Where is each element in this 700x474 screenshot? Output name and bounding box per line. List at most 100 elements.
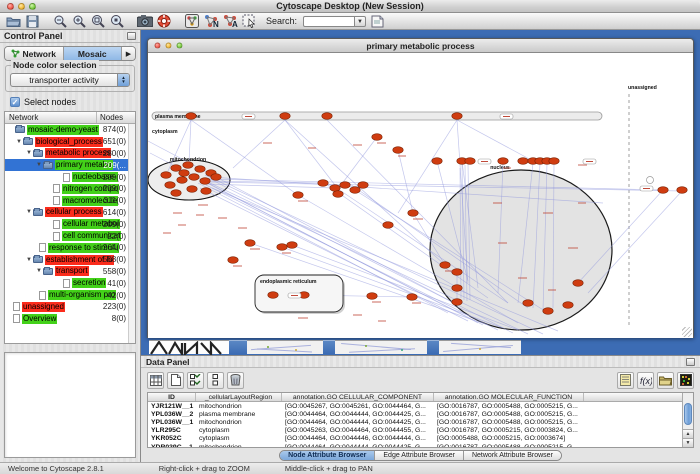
search-dropdown-button[interactable]: ▼ — [355, 16, 366, 27]
search-input[interactable] — [303, 16, 355, 27]
zoom-out-icon[interactable] — [52, 14, 68, 29]
tree-row[interactable]: multi-organism pro42(0) — [5, 289, 135, 301]
table-row[interactable]: YKR052Ccytoplasm[GO:0044464, GO:0044446,… — [148, 435, 693, 443]
zoom-in-icon[interactable] — [71, 14, 87, 29]
network-node[interactable] — [333, 191, 343, 198]
network-canvas[interactable]: plasma membrane cytoplasm mitochondrion … — [148, 53, 693, 338]
tree-row[interactable]: ▼primary metabo209(... — [5, 159, 135, 171]
network-node[interactable] — [372, 134, 382, 141]
tab-node-attribute-browser[interactable]: Node Attribute Browser — [280, 451, 375, 460]
table-row[interactable]: YLR295Ccytoplasm[GO:0045263, GO:0044464,… — [148, 427, 693, 435]
help-lifering-icon[interactable] — [156, 14, 172, 29]
network-node[interactable] — [171, 165, 181, 172]
network-node[interactable] — [211, 174, 221, 181]
network-node[interactable] — [268, 292, 278, 299]
tree-row[interactable]: unassigned223(0) — [5, 301, 135, 313]
network-edge[interactable] — [285, 120, 445, 265]
network-node[interactable] — [245, 240, 255, 247]
tree-row[interactable]: Overview8(0) — [5, 313, 135, 325]
snapshot-camera-icon[interactable] — [137, 14, 153, 29]
table-row[interactable]: YJR121W__1mitochondrion[GO:0045267, GO:0… — [148, 402, 693, 410]
table-column-header[interactable]: annotation.GO MOLECULAR_FUNCTION — [434, 393, 584, 401]
zoom-fit-icon[interactable] — [90, 14, 106, 29]
background-window-content[interactable] — [335, 340, 427, 354]
expand-collapse-icon[interactable]: ▼ — [25, 209, 33, 215]
network-node[interactable] — [201, 188, 211, 195]
background-window-content[interactable] — [439, 340, 521, 354]
network-node[interactable] — [677, 187, 687, 194]
network-node[interactable] — [452, 299, 462, 306]
select-attributes-icon[interactable] — [187, 372, 204, 389]
network-node[interactable] — [179, 170, 189, 177]
background-window-edge[interactable] — [427, 340, 439, 354]
annotation-edit-icon[interactable] — [369, 14, 385, 29]
delete-attribute-trash-icon[interactable] — [227, 372, 244, 389]
tree-row[interactable]: ▼biological_process651(0) — [5, 136, 135, 148]
expand-collapse-icon[interactable]: ▼ — [35, 268, 43, 274]
table-scrollbar[interactable]: ▲ ▼ — [682, 393, 693, 447]
network-node[interactable] — [183, 162, 193, 169]
network-node[interactable] — [189, 174, 199, 181]
network-node[interactable] — [293, 192, 303, 199]
tree-row[interactable]: nucleobase-209(0) — [5, 171, 135, 183]
scroll-down-arrow[interactable]: ▼ — [683, 438, 693, 447]
network-node[interactable] — [228, 257, 238, 264]
network-node[interactable] — [287, 242, 297, 249]
table-column-header[interactable]: ID — [148, 393, 196, 401]
import-attributes-folder-icon[interactable] — [657, 372, 674, 389]
network-node[interactable] — [161, 172, 171, 179]
network-node[interactable] — [432, 158, 442, 165]
select-nodes-checkbox[interactable]: ✓ — [10, 97, 20, 107]
unselect-attributes-icon[interactable] — [207, 372, 224, 389]
scroll-up-arrow[interactable]: ▲ — [683, 429, 693, 438]
apply-layout-icon[interactable] — [184, 14, 200, 29]
background-window-edge[interactable] — [229, 340, 247, 354]
network-edge[interactable] — [285, 120, 338, 189]
attribute-editor-icon[interactable] — [617, 372, 634, 389]
table-row[interactable]: YDR039C__1mitochondrion[GO:0044464, GO:0… — [148, 443, 693, 448]
network-node[interactable] — [171, 190, 181, 197]
tree-row[interactable]: ▼establishment of lo558(0) — [5, 254, 135, 266]
network-edge[interactable] — [457, 120, 533, 161]
background-window-edge[interactable] — [323, 340, 335, 354]
tab-edge-attribute-browser[interactable]: Edge Attribute Browser — [375, 451, 464, 460]
float-panel-icon[interactable] — [127, 32, 136, 40]
tree-row[interactable]: ▼metabolic process280(0) — [5, 148, 135, 160]
save-icon[interactable] — [24, 14, 40, 29]
network-node[interactable] — [200, 178, 210, 185]
tree-scrollbar[interactable] — [128, 124, 135, 343]
table-scrollbar-thumb[interactable] — [684, 403, 692, 425]
network-node[interactable] — [393, 147, 403, 154]
tree-row[interactable]: mosaic-demo-yeast874(0) — [5, 124, 135, 136]
data-panel-float-icon[interactable] — [686, 358, 695, 366]
network-node[interactable] — [187, 186, 197, 193]
network-node[interactable] — [367, 293, 377, 300]
window-resize-grip[interactable] — [682, 327, 692, 337]
network-node[interactable] — [277, 244, 287, 251]
new-attribute-icon[interactable] — [167, 372, 184, 389]
tab-mosaic[interactable]: Mosaic — [64, 47, 123, 60]
table-column-header[interactable]: _cellularLayoutRegion — [196, 393, 282, 401]
import-attributes-icon[interactable]: A — [222, 14, 238, 29]
function-builder-icon[interactable]: f(x) — [637, 372, 654, 389]
tree-row[interactable]: secretion41(0) — [5, 277, 135, 289]
birdseye-view-panel[interactable] — [4, 352, 136, 458]
network-node[interactable] — [549, 158, 559, 165]
network-node[interactable] — [350, 187, 360, 194]
expand-collapse-icon[interactable]: ▼ — [25, 257, 33, 263]
network-edge[interactable] — [398, 150, 413, 213]
network-node[interactable] — [318, 180, 328, 187]
network-node[interactable] — [165, 182, 175, 189]
expand-collapse-icon[interactable]: ▼ — [25, 150, 33, 156]
network-node[interactable] — [195, 166, 205, 173]
window-titlebar[interactable]: Cytoscape Desktop (New Session) — [0, 0, 700, 13]
select-mode-icon[interactable] — [241, 14, 257, 29]
network-window-titlebar[interactable]: primary metabolic process — [148, 39, 693, 53]
network-node[interactable] — [177, 177, 187, 184]
tree-row[interactable]: ▼cellular process614(0) — [5, 207, 135, 219]
network-node[interactable] — [523, 300, 533, 307]
network-node[interactable] — [440, 262, 450, 269]
network-node[interactable] — [340, 182, 350, 189]
network-node[interactable] — [658, 187, 668, 194]
network-node[interactable] — [358, 182, 368, 189]
